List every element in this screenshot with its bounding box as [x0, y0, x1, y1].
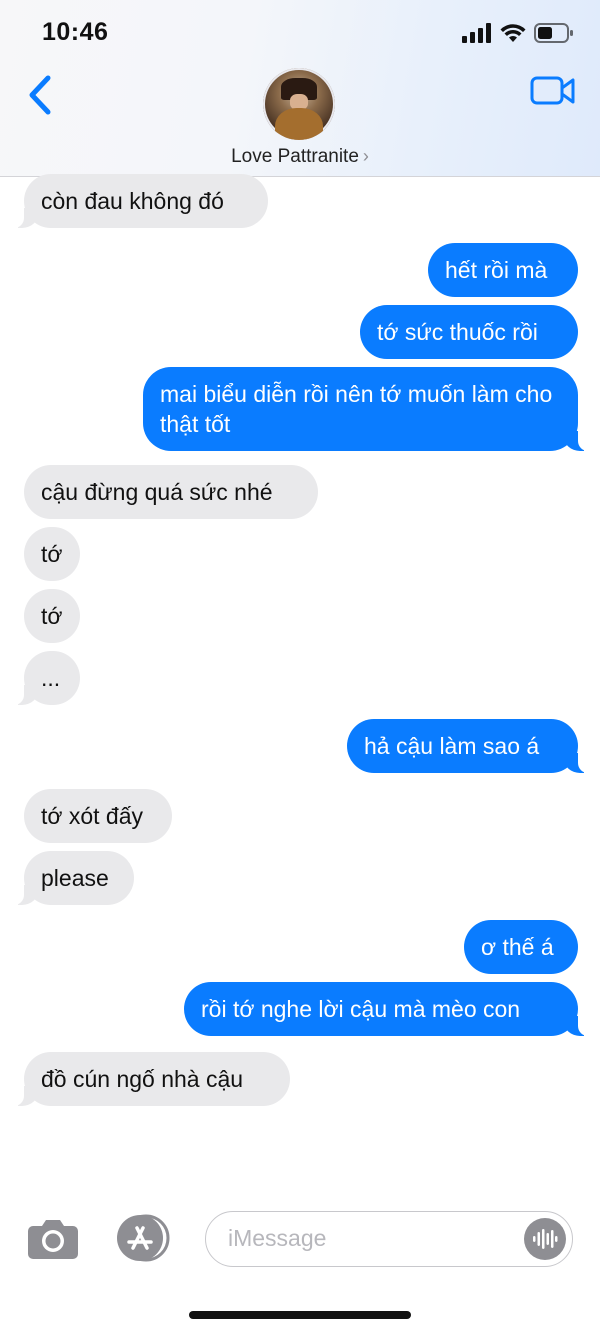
back-chevron-icon [29, 75, 51, 115]
message-input[interactable]: iMessage [205, 1211, 573, 1267]
app-store-icon [117, 1214, 170, 1262]
contact-name-label: Love Pattranite [231, 146, 359, 167]
video-call-icon [530, 76, 575, 105]
back-button[interactable] [22, 72, 62, 120]
camera-button[interactable] [27, 1216, 79, 1260]
message-incoming[interactable]: còn đau không đó [4, 174, 268, 228]
audio-message-icon [533, 1229, 558, 1249]
message-incoming[interactable]: tớ xót đấy [24, 789, 172, 843]
battery-icon [534, 23, 573, 43]
message-incoming[interactable]: ... [4, 651, 80, 705]
message-outgoing[interactable]: mai biểu diễn rồi nên tớ muốn làm cho th… [143, 367, 598, 451]
message-outgoing[interactable]: hết rồi mà [428, 243, 578, 297]
signal-icon [462, 23, 491, 43]
message-input-placeholder: iMessage [228, 1225, 327, 1251]
wifi-icon [500, 24, 526, 42]
message-outgoing[interactable]: hả cậu làm sao á [347, 719, 598, 773]
status-icons [462, 20, 574, 46]
contact-avatar[interactable] [263, 68, 335, 140]
contact-name[interactable]: Love Pattranite › [0, 146, 600, 168]
message-outgoing[interactable]: ơ thế á [464, 920, 578, 974]
app-store-button[interactable] [112, 1214, 170, 1262]
message-incoming[interactable]: đồ cún ngố nhà cậu [4, 1052, 290, 1106]
home-indicator[interactable] [189, 1311, 411, 1319]
top-header: 10:46 Love Pattranite › [0, 0, 600, 177]
audio-message-button[interactable] [524, 1218, 566, 1260]
camera-icon [28, 1220, 78, 1259]
chevron-right-icon: › [362, 146, 369, 166]
message-incoming[interactable]: please [4, 851, 134, 905]
message-incoming[interactable]: cậu đừng quá sức nhé [24, 465, 318, 519]
status-time: 10:46 [42, 18, 109, 46]
video-call-button[interactable] [530, 74, 576, 108]
message-outgoing[interactable]: rồi tớ nghe lời cậu mà mèo con [184, 982, 598, 1036]
message-incoming[interactable]: tớ [24, 589, 80, 643]
message-incoming[interactable]: tớ [24, 527, 80, 581]
message-outgoing[interactable]: tớ sức thuốc rồi [360, 305, 578, 359]
